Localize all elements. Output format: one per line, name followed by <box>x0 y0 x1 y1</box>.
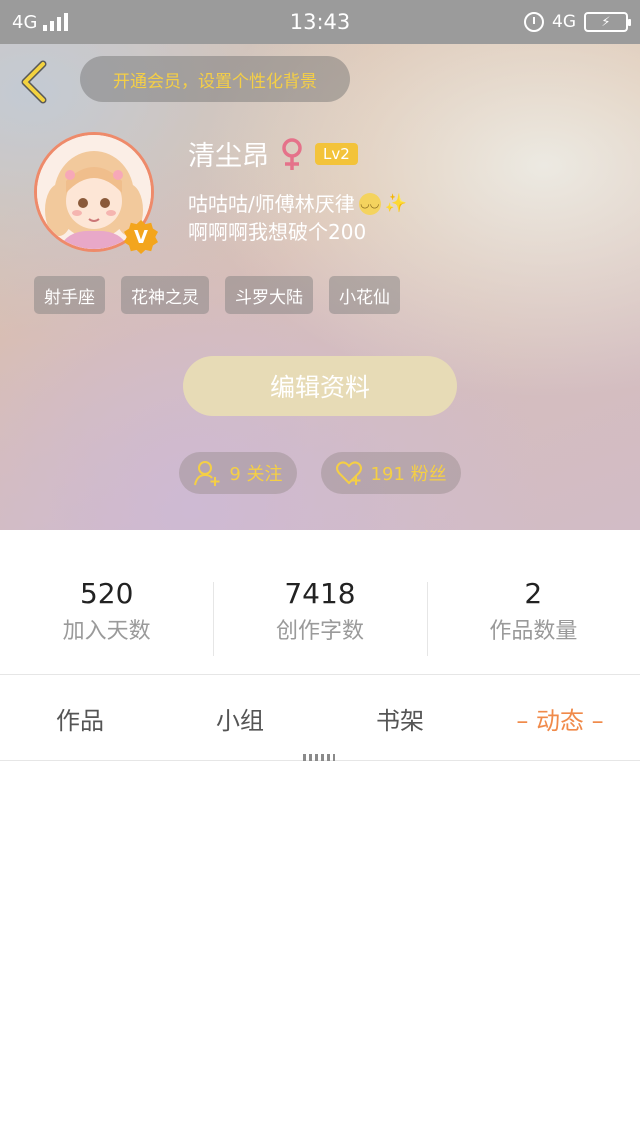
profile-header: 开通会员，设置个性化背景 V 清尘昂 Lv2 咕咕咕/师傅林厌律 ◡◡ ✨ 啊啊… <box>0 44 640 530</box>
bio-text-1: 咕咕咕/师傅林厌律 <box>188 192 355 216</box>
divider <box>0 674 640 675</box>
stats-row: 520 加入天数 7418 创作字数 2 作品数量 <box>0 574 640 660</box>
stat-value: 7418 <box>284 577 356 610</box>
bio-line-1: 咕咕咕/师傅林厌律 ◡◡ ✨ <box>188 190 608 218</box>
battery-icon: ⚡ <box>584 12 631 32</box>
tag-item[interactable]: 花神之灵 <box>121 276 209 314</box>
stat-value: 520 <box>79 577 134 610</box>
tab-bookshelf[interactable]: 书架 <box>320 676 480 760</box>
status-left: 4G <box>12 11 69 33</box>
following-button[interactable]: 9 关注 <box>179 452 297 494</box>
tag-list: 射手座 花神之灵 斗罗大陆 小花仙 <box>34 276 400 314</box>
status-bar: 4G 13:43 4G ⚡ <box>0 0 640 44</box>
stat-value: 2 <box>524 577 543 610</box>
loading-indicator <box>303 754 335 761</box>
bio-text-2: 啊啊啊我想破个200 <box>188 220 367 244</box>
tag-item[interactable]: 斗罗大陆 <box>225 276 313 314</box>
chevron-left-icon <box>21 60 47 104</box>
female-icon <box>279 136 305 172</box>
following-count: 9 关注 <box>229 464 283 485</box>
stat-days-joined: 520 加入天数 <box>0 574 213 660</box>
alarm-icon <box>524 12 544 32</box>
edit-profile-button[interactable]: 编辑资料 <box>183 356 457 416</box>
username: 清尘昂 <box>188 141 269 172</box>
followers-count: 191 粉丝 <box>370 464 447 485</box>
sparkle-icon: ✨ <box>384 193 408 214</box>
vip-banner-button[interactable]: 开通会员，设置个性化背景 <box>80 56 350 102</box>
stat-word-count: 7418 创作字数 <box>213 574 426 660</box>
stat-label: 创作字数 <box>275 619 364 644</box>
follow-row: 9 关注 191 粉丝 <box>0 452 640 494</box>
stat-label: 加入天数 <box>62 619 151 644</box>
heart-icon <box>335 461 362 485</box>
followers-button[interactable]: 191 粉丝 <box>320 452 461 494</box>
stat-label: 作品数量 <box>489 619 578 644</box>
tab-groups[interactable]: 小组 <box>160 676 320 760</box>
bio-line-2: 啊啊啊我想破个200 <box>188 218 608 246</box>
stat-works-count: 2 作品数量 <box>426 574 640 660</box>
tag-item[interactable]: 射手座 <box>34 276 105 314</box>
avatar-container[interactable]: V <box>34 132 158 254</box>
back-button[interactable] <box>14 60 54 104</box>
add-user-icon <box>194 461 220 486</box>
tab-activity[interactable]: – 动态 – <box>480 676 640 760</box>
tab-works[interactable]: 作品 <box>0 676 160 760</box>
tab-bar: 作品 小组 书架 – 动态 – <box>0 676 640 760</box>
network-type-left: 4G <box>12 11 38 33</box>
tag-item[interactable]: 小花仙 <box>329 276 400 314</box>
bio: 咕咕咕/师傅林厌律 ◡◡ ✨ 啊啊啊我想破个200 <box>188 190 608 246</box>
signal-strength-icon <box>43 13 69 31</box>
status-right: 4G ⚡ <box>524 12 631 32</box>
network-type-right: 4G <box>552 12 576 32</box>
name-row: 清尘昂 Lv2 <box>188 134 358 173</box>
emoji-face-icon: ◡◡ <box>358 193 381 215</box>
level-badge: Lv2 <box>315 142 358 165</box>
